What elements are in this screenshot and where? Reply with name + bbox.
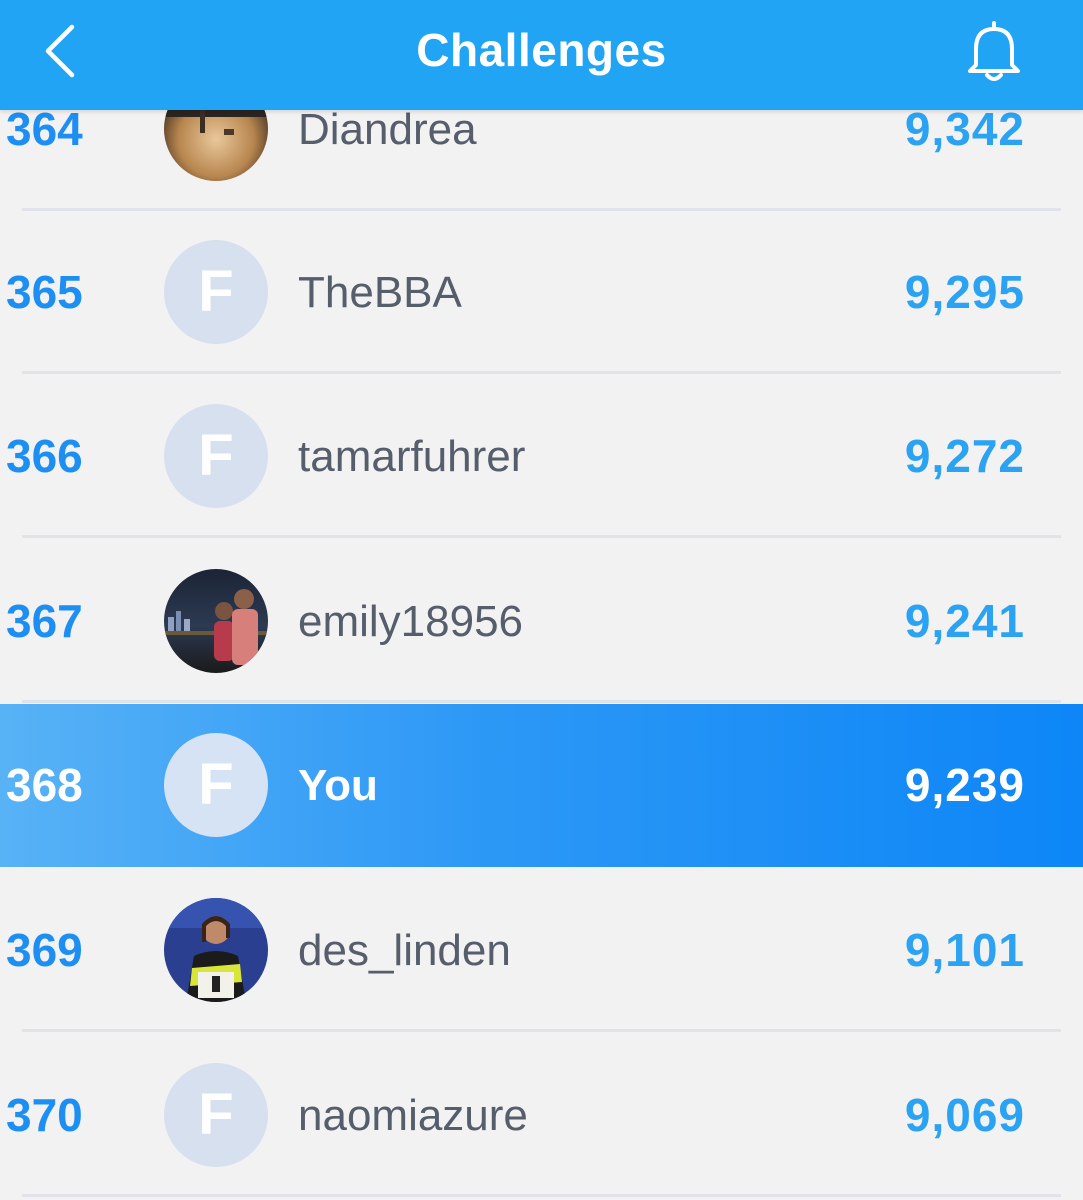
challenges-screen: 364 Diandrea 9,342 365 F TheBBA 9,295 36… — [0, 0, 1083, 1200]
rank-number: 367 — [6, 595, 83, 647]
user-avatar[interactable]: F — [164, 733, 268, 837]
leaderboard-row[interactable]: 370 F naomiazure 9,069 — [0, 1034, 1083, 1197]
user-name: naomiazure — [298, 1091, 528, 1140]
step-score: 9,069 — [904, 1089, 1025, 1141]
avatar-initial: F — [198, 423, 234, 488]
user-avatar[interactable] — [164, 898, 268, 1002]
step-score: 9,241 — [904, 595, 1025, 647]
step-score: 9,101 — [904, 924, 1025, 976]
rank-number: 370 — [6, 1089, 83, 1141]
user-avatar[interactable]: F — [164, 1063, 268, 1167]
user-name: emily18956 — [298, 597, 524, 646]
rank-number: 366 — [6, 430, 83, 482]
notifications-button[interactable] — [963, 18, 1025, 84]
user-name: You — [298, 761, 378, 810]
rank-number: 368 — [6, 759, 83, 811]
top-nav-bar: Challenges — [0, 0, 1083, 110]
page-title: Challenges — [416, 24, 667, 76]
user-name: tamarfuhrer — [298, 432, 526, 481]
avatar-photo — [164, 569, 268, 673]
leaderboard-row[interactable]: 369 des_linden 9,101 — [0, 869, 1083, 1032]
row-divider — [22, 371, 1061, 374]
row-divider — [22, 1194, 1061, 1197]
leaderboard-row[interactable]: 365 F TheBBA 9,295 — [0, 211, 1083, 374]
row-divider — [22, 1029, 1061, 1032]
step-score: 9,295 — [904, 266, 1025, 318]
avatar-initial: F — [198, 259, 234, 324]
rank-number: 369 — [6, 924, 83, 976]
row-divider — [22, 535, 1061, 538]
rank-number: 365 — [6, 266, 83, 318]
bell-icon — [968, 21, 1020, 81]
avatar-photo — [164, 898, 268, 1002]
user-name: TheBBA — [298, 268, 462, 317]
user-avatar[interactable] — [164, 569, 268, 673]
avatar-initial: F — [198, 1082, 234, 1147]
step-score: 9,239 — [904, 759, 1025, 811]
step-score: 9,272 — [904, 430, 1025, 482]
leaderboard-row[interactable]: 367 emily18956 9,241 — [0, 540, 1083, 703]
leaderboard-row[interactable]: 366 F tamarfuhrer 9,272 — [0, 375, 1083, 538]
avatar-initial: F — [198, 752, 234, 817]
user-name: des_linden — [298, 926, 511, 975]
user-avatar[interactable]: F — [164, 404, 268, 508]
row-divider — [22, 700, 1061, 703]
leaderboard-row-current-user[interactable]: 368 F You 9,239 — [0, 704, 1083, 867]
user-avatar[interactable]: F — [164, 240, 268, 344]
